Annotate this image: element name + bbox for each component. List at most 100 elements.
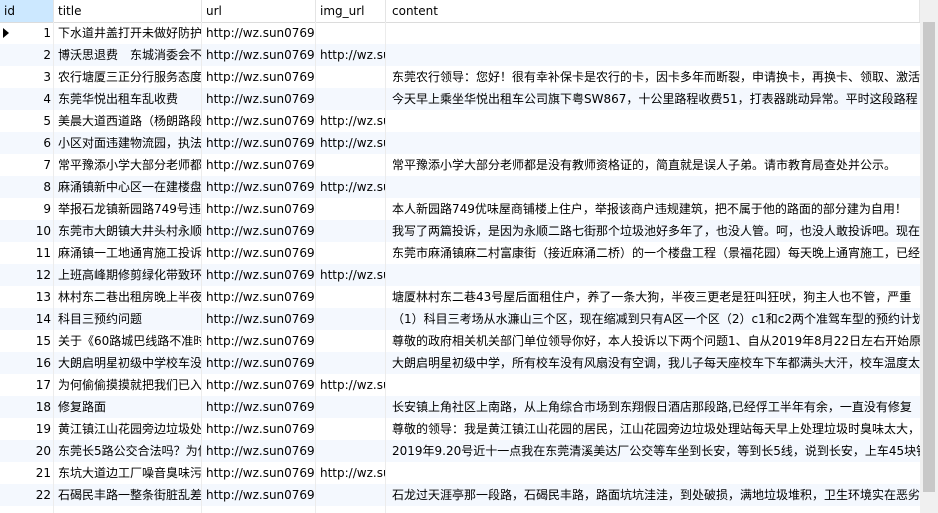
table-row[interactable]: 11 麻涌镇一工地通宵施工投诉 http://wz.sun0769.c 东莞市麻涌镇麻…	[0, 242, 920, 264]
table-row[interactable]: 14 科目三预约问题 http://wz.sun0769.c （1）科目三考场从水濂山…	[0, 308, 920, 330]
cell-img-url[interactable]	[316, 66, 386, 88]
cell-content[interactable]	[386, 132, 920, 154]
cell-content[interactable]	[386, 264, 920, 286]
table-row[interactable]: 20 东莞长5路公交合法吗？为何 http://wz.sun0769.c 2019年9…	[0, 440, 920, 462]
cell-content[interactable]	[386, 44, 920, 66]
row-indicator[interactable]	[0, 396, 14, 418]
cell-content[interactable]: 大朗启明星初级中学，所有校车没有风扇没有空调，我儿子每天座校车下车都满头大汗，校…	[386, 352, 920, 374]
row-indicator[interactable]	[0, 330, 14, 352]
column-header-img-url[interactable]: img_url	[316, 0, 386, 22]
cell-url[interactable]: http://wz.sun0769.c	[202, 110, 316, 132]
cell-id[interactable]: 12	[14, 264, 54, 286]
cell-id[interactable]: 3	[14, 66, 54, 88]
row-indicator[interactable]	[0, 176, 14, 198]
table-row[interactable]: 9 举报石龙镇新园路749号违 http://wz.sun0769.c 本人新园路74…	[0, 198, 920, 220]
row-indicator[interactable]	[0, 88, 14, 110]
cell-id[interactable]: 22	[14, 484, 54, 506]
row-indicator[interactable]	[0, 440, 14, 462]
row-indicator[interactable]	[0, 198, 14, 220]
table-row[interactable]: 22 石碣民丰路一整条街脏乱差 http://wz.sun0769.c 石龙过天涯亭那…	[0, 484, 920, 506]
table-row[interactable]: 12 上班高峰期修剪绿化带致环 http://wz.sun0769.c http://…	[0, 264, 920, 286]
cell-id[interactable]: 14	[14, 308, 54, 330]
cell-url[interactable]: http://wz.sun0769.c	[202, 88, 316, 110]
cell-title[interactable]: 科目三预约问题	[54, 308, 202, 330]
cell-id[interactable]: 11	[14, 242, 54, 264]
cell-title[interactable]: 上班高峰期修剪绿化带致环	[54, 264, 202, 286]
cell-id[interactable]: 10	[14, 220, 54, 242]
cell-id[interactable]: 21	[14, 462, 54, 484]
table-row[interactable]: 5 美晨大道西道路（杨朗路段 http://wz.sun0769.c http://w…	[0, 110, 920, 132]
column-header-title[interactable]: title	[54, 0, 202, 22]
cell-content[interactable]	[386, 22, 920, 44]
cell-url[interactable]: http://wz.sun0769.c	[202, 44, 316, 66]
cell-img-url[interactable]	[316, 418, 386, 440]
row-indicator[interactable]	[0, 286, 14, 308]
cell-url[interactable]: http://wz.sun0769.c	[202, 308, 316, 330]
cell-url[interactable]: http://wz.sun0769.c	[202, 484, 316, 506]
cell-img-url[interactable]	[316, 286, 386, 308]
table-row[interactable]: 2 博沃思退费 东城消委会不作 http://wz.sun0769.c http://…	[0, 44, 920, 66]
table-row[interactable]: 17 为何偷偷摸摸就把我们已入 http://wz.sun0769.c http://…	[0, 374, 920, 396]
cell-url[interactable]: http://wz.sun0769.c	[202, 440, 316, 462]
cell-img-url[interactable]	[316, 242, 386, 264]
cell-url[interactable]: http://wz.sun0769.c	[202, 264, 316, 286]
cell-id[interactable]: 6	[14, 132, 54, 154]
cell-content[interactable]: 塘厦林村东二巷43号屋后面租住户，养了一条大狗，半夜三更老是狂叫狂吠，狗主人也不…	[386, 286, 920, 308]
cell-url[interactable]: http://wz.sun0769.c	[202, 176, 316, 198]
cell-title[interactable]: 美晨大道西道路（杨朗路段	[54, 110, 202, 132]
cell-content[interactable]: 本人新园路749优味屋商铺楼上住户，举报该商户违规建筑，把不属于他的路面的部分建…	[386, 198, 920, 220]
row-indicator[interactable]	[0, 264, 14, 286]
cell-url[interactable]: http://wz.sun0769.c	[202, 286, 316, 308]
cell-id[interactable]: 13	[14, 286, 54, 308]
cell-title[interactable]: 大朗启明星初级中学校车没	[54, 352, 202, 374]
cell-id[interactable]: 5	[14, 110, 54, 132]
cell-id[interactable]: 2	[14, 44, 54, 66]
cell-content[interactable]	[386, 374, 920, 396]
cell-img-url[interactable]	[316, 330, 386, 352]
cell-url[interactable]: http://wz.sun0769.c	[202, 198, 316, 220]
row-indicator[interactable]	[0, 66, 14, 88]
cell-title[interactable]: 下水道井盖打开未做好防护	[54, 22, 202, 44]
cell-title[interactable]: 林村东二巷出租房晚上半夜	[54, 286, 202, 308]
row-indicator[interactable]	[0, 22, 14, 44]
cell-url[interactable]: http://wz.sun0769.c	[202, 330, 316, 352]
cell-title[interactable]: 农行塘厦三正分行服务态度	[54, 66, 202, 88]
cell-content[interactable]: 尊敬的领导：我是黄江镇江山花园的居民，江山花园旁边垃圾处理站每天早上处理垃圾时臭…	[386, 418, 920, 440]
cell-img-url[interactable]	[316, 88, 386, 110]
cell-img-url[interactable]	[316, 396, 386, 418]
cell-content[interactable]	[386, 176, 920, 198]
cell-id[interactable]: 18	[14, 396, 54, 418]
cell-content[interactable]: 今天早上乘坐华悦出租车公司旗下粤SW867，十公里路程收费51，打表器跳动异常。…	[386, 88, 920, 110]
cell-title[interactable]: 东莞长5路公交合法吗？为何	[54, 440, 202, 462]
cell-title[interactable]: 小区对面违建物流园，执法	[54, 132, 202, 154]
cell-title[interactable]: 东坑大道边工厂噪音臭味污	[54, 462, 202, 484]
cell-id[interactable]: 16	[14, 352, 54, 374]
cell-title[interactable]: 麻涌镇一工地通宵施工投诉	[54, 242, 202, 264]
cell-id[interactable]: 17	[14, 374, 54, 396]
cell-url[interactable]: http://wz.sun0769.c	[202, 154, 316, 176]
row-indicator[interactable]	[0, 418, 14, 440]
table-row[interactable]: 7 常平豫添小学大部分老师都 http://wz.sun0769.c 常平豫添小学大部…	[0, 154, 920, 176]
cell-img-url[interactable]	[316, 220, 386, 242]
cell-content[interactable]: 我写了两篇投诉，是因为永顺二路七街那个垃圾池好多年了，也没人管。呵，也没人敢投诉…	[386, 220, 920, 242]
table-row[interactable]: 6 小区对面违建物流园，执法 http://wz.sun0769.c http://w…	[0, 132, 920, 154]
scrollbar-thumb[interactable]	[923, 22, 935, 492]
row-indicator[interactable]	[0, 352, 14, 374]
cell-title[interactable]: 关于《60路城巴线路不准时	[54, 330, 202, 352]
cell-content[interactable]	[386, 110, 920, 132]
cell-id[interactable]: 1	[14, 22, 54, 44]
cell-title[interactable]: 石碣民丰路一整条街脏乱差	[54, 484, 202, 506]
row-indicator[interactable]	[0, 242, 14, 264]
table-row[interactable]: 19 黄江镇江山花园旁边垃圾处 http://wz.sun0769.c 尊敬的领导：我…	[0, 418, 920, 440]
cell-url[interactable]: http://wz.sun0769.c	[202, 66, 316, 88]
cell-title[interactable]: 常平豫添小学大部分老师都	[54, 154, 202, 176]
column-header-url[interactable]: url	[202, 0, 316, 22]
table-row[interactable]: 13 林村东二巷出租房晚上半夜 http://wz.sun0769.c 塘厦林村东二巷…	[0, 286, 920, 308]
row-indicator[interactable]	[0, 154, 14, 176]
cell-id[interactable]: 4	[14, 88, 54, 110]
cell-img-url[interactable]	[316, 352, 386, 374]
table-row[interactable]: 10 东莞市大朗镇大井头村永顺 http://wz.sun0769.c 我写了两篇投诉…	[0, 220, 920, 242]
cell-content[interactable]: 2019年9.20号近十一点我在东莞清溪美达厂公交等车坐到长安，等到长5线，说到…	[386, 440, 920, 462]
cell-id[interactable]: 20	[14, 440, 54, 462]
table-row[interactable]: 8 麻涌镇新中心区一在建楼盘 http://wz.sun0769.c http://w…	[0, 176, 920, 198]
